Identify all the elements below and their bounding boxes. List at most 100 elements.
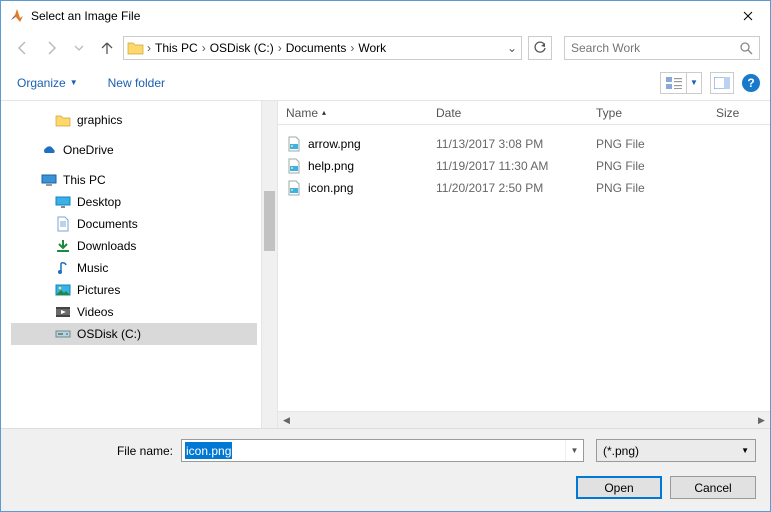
column-type[interactable]: Type: [588, 101, 708, 124]
file-date: 11/13/2017 3:08 PM: [428, 137, 588, 151]
scroll-left-icon[interactable]: ◀: [278, 412, 295, 428]
refresh-button[interactable]: [528, 36, 552, 60]
file-name: icon.png: [308, 181, 353, 195]
tree-label: Downloads: [77, 239, 136, 253]
tree-item-this-pc[interactable]: This PC: [11, 169, 257, 191]
videos-icon: [55, 304, 71, 320]
png-icon: [286, 136, 302, 152]
tree-item-onedrive[interactable]: OneDrive: [11, 139, 257, 161]
organize-menu[interactable]: Organize ▼: [11, 72, 84, 94]
tree-item-desktop[interactable]: Desktop: [11, 191, 257, 213]
forward-button[interactable]: [39, 36, 63, 60]
tree-item-osdisk-c-[interactable]: OSDisk (C:): [11, 323, 257, 345]
breadcrumb-segment[interactable]: OSDisk (C:): [207, 41, 277, 55]
scroll-thumb[interactable]: [264, 191, 275, 251]
horizontal-scrollbar[interactable]: ◀ ▶: [278, 411, 770, 428]
scroll-right-icon[interactable]: ▶: [753, 412, 770, 428]
file-type: PNG File: [588, 159, 708, 173]
address-history-dropdown[interactable]: ⌄: [505, 41, 519, 55]
tree-item-graphics[interactable]: graphics: [11, 109, 257, 131]
tree-label: Documents: [77, 217, 138, 231]
folder-icon: [55, 112, 71, 128]
column-size[interactable]: Size: [708, 101, 770, 124]
file-row[interactable]: help.png 11/19/2017 11:30 AMPNG File: [278, 155, 770, 177]
question-icon: ?: [747, 76, 754, 90]
tree-item-videos[interactable]: Videos: [11, 301, 257, 323]
filename-input[interactable]: [182, 444, 565, 458]
documents-icon: [55, 216, 71, 232]
file-header[interactable]: Name▴ Date Type Size: [278, 101, 770, 125]
music-icon: [55, 260, 71, 276]
desktop-icon: [55, 194, 71, 210]
chevron-down-icon: ▼: [70, 78, 78, 87]
column-date[interactable]: Date: [428, 101, 588, 124]
search-box[interactable]: [564, 36, 760, 60]
close-button[interactable]: [725, 1, 770, 31]
tree-scrollbar[interactable]: [261, 101, 278, 428]
thispc-icon: [41, 172, 57, 188]
search-input[interactable]: [571, 41, 739, 55]
pictures-icon: [55, 282, 71, 298]
tree-item-documents[interactable]: Documents: [11, 213, 257, 235]
up-button[interactable]: [95, 36, 119, 60]
file-list[interactable]: arrow.png11/13/2017 3:08 PMPNG Filehelp.…: [278, 125, 770, 411]
file-date: 11/19/2017 11:30 AM: [428, 159, 588, 173]
chevron-down-icon[interactable]: ▼: [686, 72, 702, 94]
back-button[interactable]: [11, 36, 35, 60]
matlab-icon: [9, 8, 25, 24]
organize-label: Organize: [17, 76, 66, 90]
file-type: PNG File: [588, 137, 708, 151]
breadcrumb-segment[interactable]: Documents: [283, 41, 350, 55]
search-icon: [739, 41, 753, 55]
folder-tree[interactable]: graphics OneDrive This PC Desktop Documents D…: [1, 101, 261, 428]
footer: File name: icon.png ▼ (*.png) ▼ Open Can…: [1, 428, 770, 511]
file-filter-dropdown[interactable]: (*.png) ▼: [596, 439, 756, 462]
downloads-icon: [55, 238, 71, 254]
tree-item-music[interactable]: Music: [11, 257, 257, 279]
change-view-button[interactable]: ▼: [660, 72, 702, 94]
filename-selection: icon.png: [185, 442, 232, 459]
new-folder-label: New folder: [108, 76, 165, 90]
tree-label: graphics: [77, 113, 122, 127]
onedrive-icon: [41, 142, 57, 158]
tree-item-downloads[interactable]: Downloads: [11, 235, 257, 257]
window-title: Select an Image File: [31, 9, 140, 23]
cancel-button[interactable]: Cancel: [670, 476, 756, 499]
command-bar: Organize ▼ New folder ▼ ?: [1, 65, 770, 101]
new-folder-button[interactable]: New folder: [102, 72, 171, 94]
column-name[interactable]: Name▴: [278, 101, 428, 124]
tree-label: OneDrive: [63, 143, 114, 157]
tree-label: Desktop: [77, 195, 121, 209]
file-pane: Name▴ Date Type Size arrow.png 11/13/2017…: [278, 101, 770, 428]
drive-icon: [55, 326, 71, 342]
file-date: 11/20/2017 2:50 PM: [428, 181, 588, 195]
sort-asc-icon: ▴: [322, 108, 326, 117]
chevron-down-icon: ▼: [741, 446, 749, 455]
breadcrumb-segment[interactable]: Work: [355, 41, 389, 55]
tree-item-pictures[interactable]: Pictures: [11, 279, 257, 301]
tree-label: OSDisk (C:): [77, 327, 141, 341]
filename-combobox[interactable]: icon.png ▼: [181, 439, 584, 462]
tree-label: Music: [77, 261, 108, 275]
filename-label: File name:: [15, 444, 181, 458]
open-button[interactable]: Open: [576, 476, 662, 499]
filename-history-dropdown[interactable]: ▼: [565, 440, 583, 461]
address-bar[interactable]: › This PC › OSDisk (C:) › Documents › Wo…: [123, 36, 522, 60]
nav-bar: › This PC › OSDisk (C:) › Documents › Wo…: [1, 31, 770, 65]
tree-label: Videos: [77, 305, 113, 319]
breadcrumb-segment[interactable]: This PC: [152, 41, 201, 55]
file-row[interactable]: arrow.png 11/13/2017 3:08 PMPNG File: [278, 133, 770, 155]
file-row[interactable]: icon.png 11/20/2017 2:50 PMPNG File: [278, 177, 770, 199]
folder-icon: [126, 38, 146, 58]
file-name: help.png: [308, 159, 354, 173]
help-button[interactable]: ?: [742, 74, 760, 92]
png-icon: [286, 180, 302, 196]
file-name: arrow.png: [308, 137, 361, 151]
png-icon: [286, 158, 302, 174]
title-bar: Select an Image File: [1, 1, 770, 31]
recent-dropdown[interactable]: [67, 36, 91, 60]
file-type: PNG File: [588, 181, 708, 195]
preview-pane-button[interactable]: [710, 72, 734, 94]
tree-label: Pictures: [77, 283, 120, 297]
main-area: graphics OneDrive This PC Desktop Documents D…: [1, 101, 770, 428]
